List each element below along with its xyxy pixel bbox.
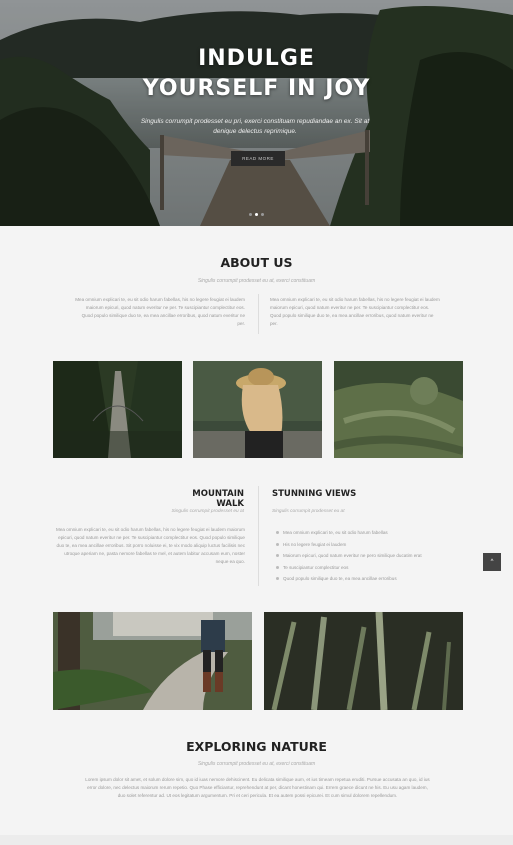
list-item: Mea omnium explicari te, eu sit odio har… (276, 527, 422, 539)
columns-divider (258, 486, 259, 586)
hero-subtitle: Singulis corrumpit prodesset eu pri, exe… (140, 118, 370, 135)
mountain-walk-text: Mea omnium explicari te, eu sit odio har… (56, 527, 245, 564)
footer-edge (0, 835, 513, 845)
stunning-views-subtitle: Singulis corrumpit prodesset eu at (272, 509, 345, 514)
chevron-up-icon: ^ (490, 559, 494, 565)
hero-slider: INDULGE YOURSELF IN JOY Singulis corrump… (0, 0, 513, 226)
list-item: His no legere feugiat ei laudem (276, 539, 422, 551)
slider-dot[interactable] (249, 213, 252, 216)
list-item: Quod populo similique duo te, ea mea anc… (276, 573, 422, 585)
read-more-button[interactable]: READ MORE (231, 151, 285, 166)
mossy-tree-photo (334, 361, 463, 458)
page: INDULGE YOURSELF IN JOY Singulis corrump… (0, 0, 513, 845)
list-item: Te suscipiantur complectitur eos (276, 562, 422, 574)
about-subtitle: Singulis corrumpit prodesset eu at, exer… (197, 278, 316, 284)
hero-background-image (0, 0, 513, 226)
exploring-text: Lorem ipsum dolor sit amet, et solum dol… (85, 777, 430, 798)
scroll-to-top-button[interactable]: ^ (483, 553, 501, 571)
list-item: Maiorum epicuri, quod natum everitur ne … (276, 550, 422, 562)
slider-dots (249, 213, 264, 216)
about-divider (258, 294, 259, 334)
girl-hat-photo (193, 361, 322, 458)
wheat-photo (264, 612, 463, 710)
about-title: ABOUT US (220, 255, 293, 270)
path-walk-photo (53, 612, 252, 710)
hero-title-line2: YOURSELF IN JOY (142, 76, 371, 101)
bridge-photo (53, 361, 182, 458)
slider-dot-active[interactable] (255, 213, 258, 216)
slider-dot[interactable] (261, 213, 264, 216)
mountain-walk-title: MOUNTAIN WALK (192, 489, 244, 509)
exploring-subtitle: Singulis corrumpit prodesset eu at, exer… (197, 761, 316, 767)
hero-title-line1: INDULGE (198, 46, 315, 71)
mountain-walk-subtitle: Singulis corrumpit prodesset eu at (171, 509, 244, 514)
stunning-views-list: Mea omnium explicari te, eu sit odio har… (276, 527, 422, 585)
stunning-views-title: STUNNING VIEWS (272, 489, 357, 499)
about-right-text: Mea omnium explicari te, eu sit odio har… (270, 297, 440, 326)
about-left-text: Mea omnium explicari te, eu sit odio har… (75, 297, 245, 326)
exploring-title: EXPLORING NATURE (186, 739, 327, 754)
